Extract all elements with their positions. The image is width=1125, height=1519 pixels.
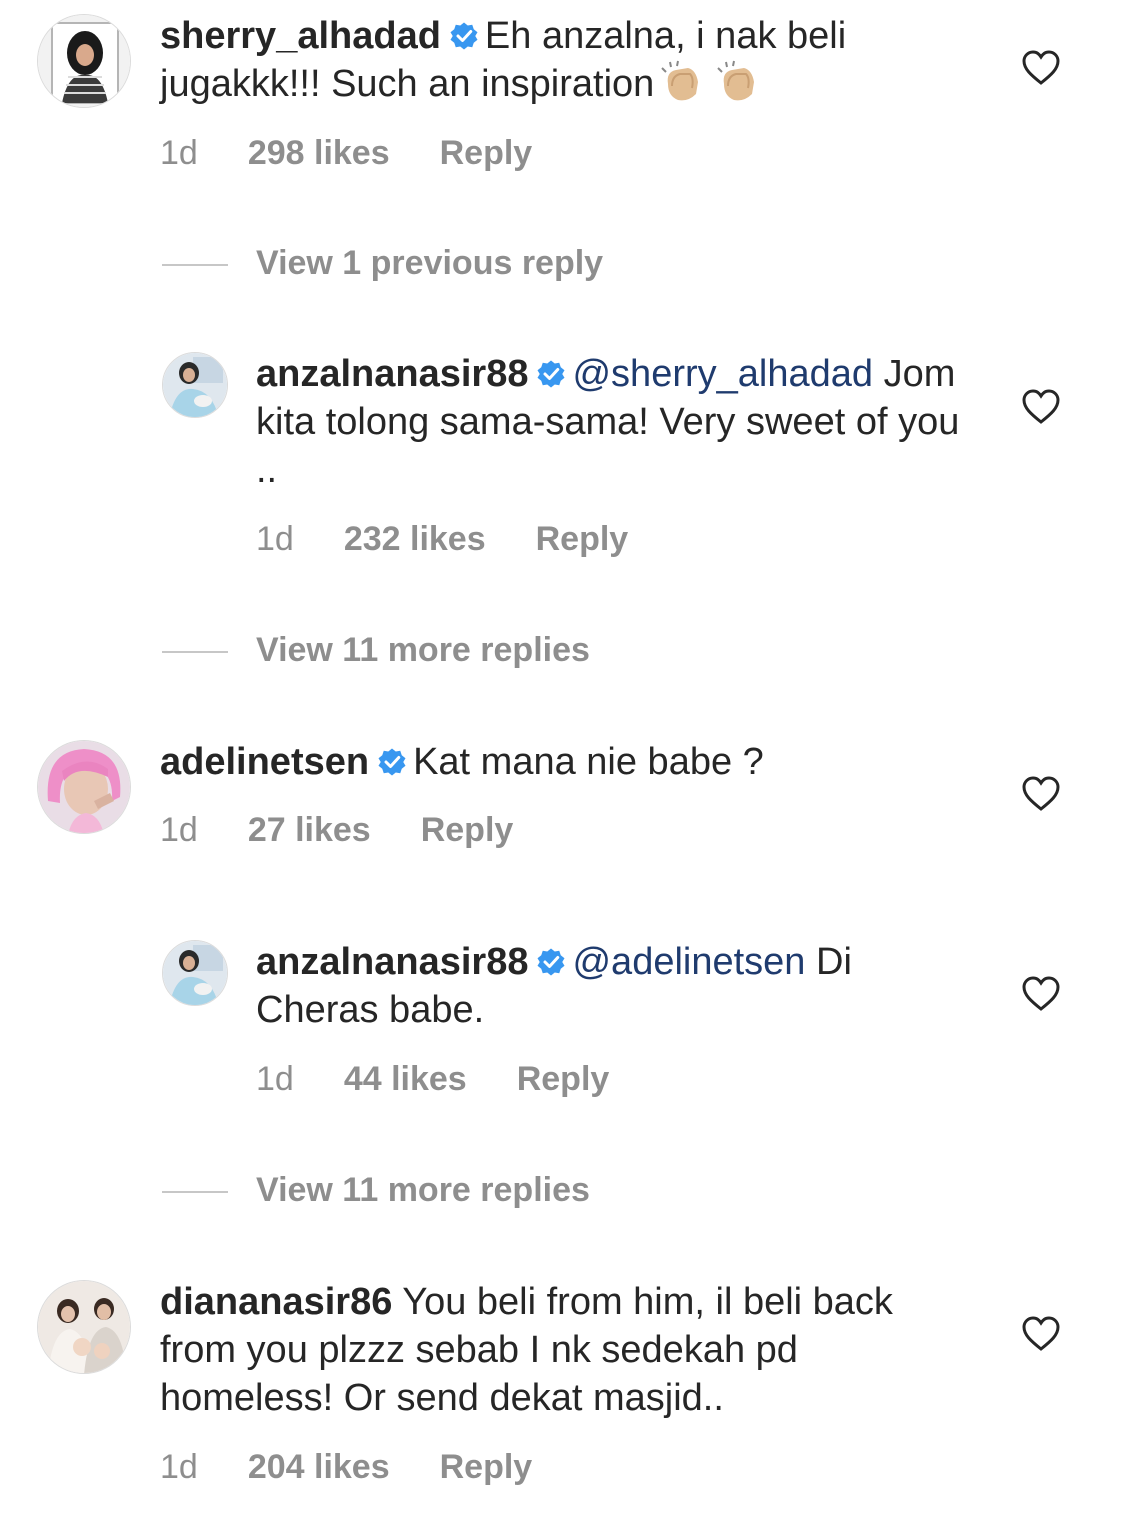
comment-time: 1d xyxy=(160,1448,198,1486)
comment-username[interactable]: sherry_alhadad xyxy=(160,15,441,57)
view-replies-label: View 11 more replies xyxy=(256,1171,590,1209)
comment-username[interactable]: anzalnanasir88 xyxy=(256,353,528,395)
comment-time: 1d xyxy=(160,811,198,849)
reply-button[interactable]: Reply xyxy=(517,1060,610,1099)
comment-likes[interactable]: 27 likes xyxy=(248,811,371,850)
heart-icon[interactable] xyxy=(1021,776,1061,812)
comment-text: anzalnanasir88 @adelinetsen Di Cheras bab… xyxy=(256,938,976,1034)
comment-text: anzalnanasir88 @sherry_alhadad Jom kita t… xyxy=(256,350,976,494)
mention-link[interactable]: @adelinetsen xyxy=(572,941,805,983)
view-replies-button[interactable]: View 11 more replies xyxy=(162,631,590,670)
comment-meta: 1d 298 likes Reply xyxy=(160,134,532,173)
divider-line xyxy=(162,1191,228,1194)
heart-icon[interactable] xyxy=(1021,50,1061,86)
comment-likes[interactable]: 204 likes xyxy=(248,1448,390,1487)
comment-username[interactable]: diananasir86 xyxy=(160,1281,392,1323)
reply-button[interactable]: Reply xyxy=(421,811,514,850)
comment-time: 1d xyxy=(256,1060,294,1098)
divider-line xyxy=(162,651,228,654)
mention-link[interactable]: @sherry_alhadad xyxy=(572,353,873,395)
clapping-hands-emoji xyxy=(717,60,755,101)
heart-icon[interactable] xyxy=(1021,389,1061,425)
verified-badge-icon xyxy=(378,748,406,776)
comment-likes[interactable]: 44 likes xyxy=(344,1060,467,1099)
comment-body: Kat mana nie babe ? xyxy=(413,741,764,783)
comment-username[interactable]: adelinetsen xyxy=(160,741,369,783)
comment-meta: 1d 44 likes Reply xyxy=(256,1060,609,1099)
comment-meta: 1d 232 likes Reply xyxy=(256,520,628,559)
comment-time: 1d xyxy=(160,134,198,172)
comment-text: sherry_alhadad Eh anzalna, i nak beli jug… xyxy=(160,12,960,108)
reply-button[interactable]: Reply xyxy=(536,520,629,559)
verified-badge-icon xyxy=(450,22,478,50)
avatar[interactable] xyxy=(37,1280,131,1374)
comment-likes[interactable]: 232 likes xyxy=(344,520,486,559)
comment-time: 1d xyxy=(256,520,294,558)
heart-icon[interactable] xyxy=(1021,976,1061,1012)
avatar[interactable] xyxy=(37,14,131,108)
reply-button[interactable]: Reply xyxy=(440,134,533,173)
divider-line xyxy=(162,264,228,267)
view-replies-label: View 11 more replies xyxy=(256,631,590,669)
avatar[interactable] xyxy=(37,740,131,834)
reply-button[interactable]: Reply xyxy=(440,1448,533,1487)
comment-likes[interactable]: 298 likes xyxy=(248,134,390,173)
comment-text: adelinetsen Kat mana nie babe ? xyxy=(160,738,960,786)
avatar[interactable] xyxy=(162,352,228,418)
comment-meta: 1d 204 likes Reply xyxy=(160,1448,532,1487)
verified-badge-icon xyxy=(537,360,565,388)
avatar[interactable] xyxy=(162,940,228,1006)
view-replies-button[interactable]: View 1 previous reply xyxy=(162,244,603,283)
view-replies-button[interactable]: View 11 more replies xyxy=(162,1171,590,1210)
view-replies-label: View 1 previous reply xyxy=(256,244,604,282)
clapping-hands-emoji xyxy=(661,60,699,101)
comment-text: diananasir86 You beli from him, il beli … xyxy=(160,1278,960,1422)
comment-meta: 1d 27 likes Reply xyxy=(160,811,513,850)
verified-badge-icon xyxy=(537,948,565,976)
heart-icon[interactable] xyxy=(1021,1316,1061,1352)
comment-username[interactable]: anzalnanasir88 xyxy=(256,941,528,983)
